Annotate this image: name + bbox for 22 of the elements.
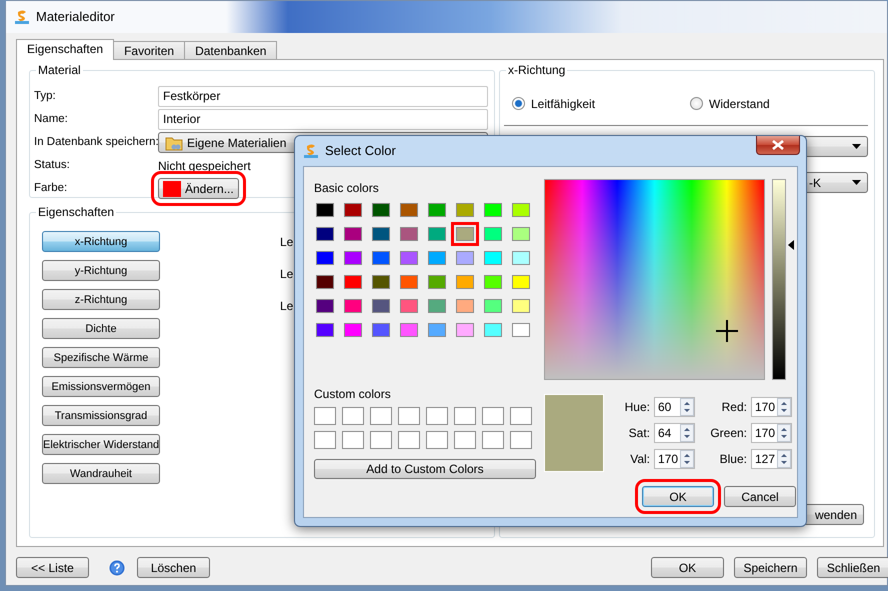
field-label: Val:	[629, 451, 650, 468]
field-label: Green:	[709, 425, 747, 442]
window-title: Materialeditor	[36, 8, 115, 26]
field-label: Red:	[720, 399, 747, 416]
field-label: In Datenbank speichern:	[34, 134, 158, 150]
dialog-title: Select Color	[325, 142, 396, 160]
section-label: Custom colors	[314, 386, 392, 403]
field-label: Blue:	[718, 451, 747, 468]
group-label: x-Richtung	[506, 63, 568, 77]
property-label: Le	[280, 266, 294, 283]
section-label: Basic colors	[314, 180, 380, 197]
property-label: Le	[280, 234, 294, 251]
status-text: Nicht gespeichert	[158, 158, 251, 174]
group-label: Material	[36, 63, 83, 77]
field-label: Farbe:	[34, 180, 68, 196]
property-label: Le	[280, 298, 294, 315]
field-label: Hue:	[624, 399, 650, 416]
field-label: Name:	[34, 112, 69, 127]
field-label: Sat:	[628, 425, 650, 442]
field-label: Status:	[34, 158, 71, 173]
group-label: Eigenschaften	[36, 205, 116, 219]
field-label: Typ:	[34, 88, 57, 104]
